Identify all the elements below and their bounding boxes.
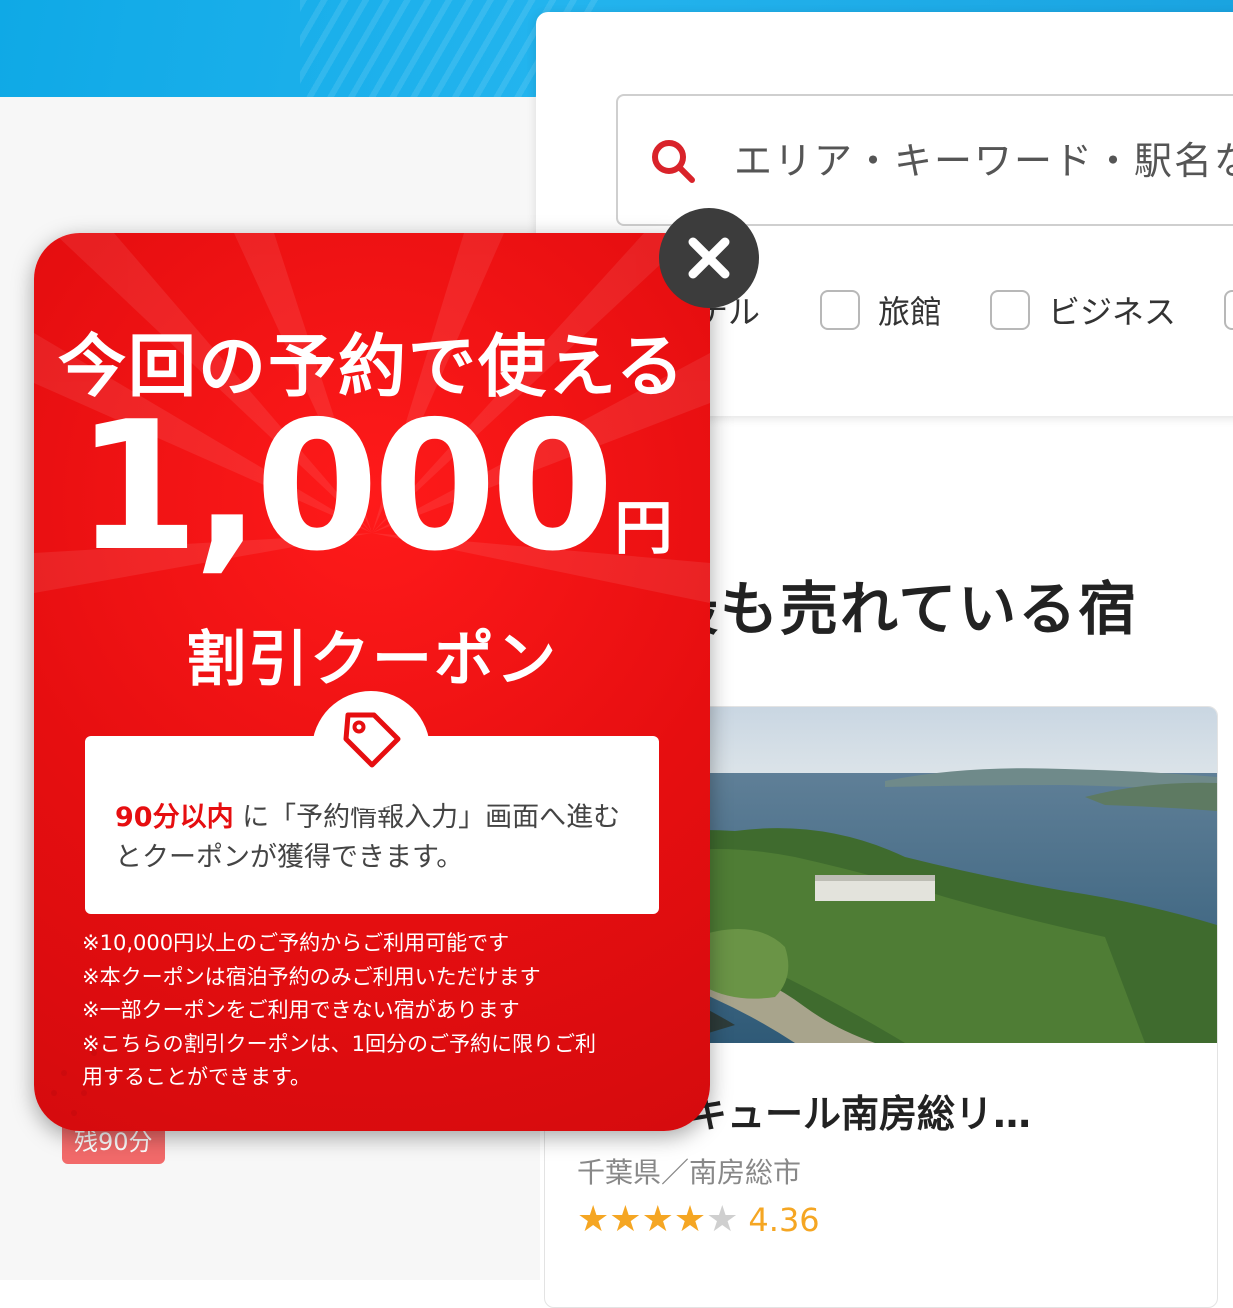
coupon-amount-value: 1,000: [75, 383, 614, 590]
tag-icon: [343, 712, 401, 768]
coupon-note: ※一部クーポンをご利用できない宿があります: [82, 998, 520, 1022]
coupon-amount: 1,000 円: [74, 383, 674, 590]
filter-ryokan[interactable]: 旅館: [820, 280, 942, 340]
star-icon: ★: [673, 1199, 707, 1240]
filter-business[interactable]: ビジネス: [990, 280, 1176, 340]
filter-ryokan-label: 旅館: [878, 293, 943, 331]
close-icon: [688, 237, 730, 279]
coupon-note: ※10,000円以上のご予約からご利用可能です: [82, 931, 510, 955]
popup-subtitle: 割引クーポン: [186, 625, 558, 695]
star-icon: ★: [706, 1199, 739, 1240]
rating-value: 4.36: [748, 1201, 820, 1239]
filter-ryokan-checkbox[interactable]: [820, 290, 860, 330]
coupon-popup[interactable]: 今回の予約で使える 1,000 円 割引クーポン 90分以内 に「予約情報入力」画…: [34, 233, 710, 1131]
star-icon: ★: [577, 1199, 610, 1240]
coupon-note: 用することができます。: [82, 1065, 311, 1089]
coupon-amount-unit: 円: [614, 494, 673, 562]
star-icon: ★: [641, 1199, 674, 1240]
coupon-note: ※本クーポンは宿泊予約のみご利用いただけます: [82, 964, 541, 989]
filter-next[interactable]: [1224, 280, 1233, 340]
search-icon: [652, 140, 695, 183]
star-icon: ★: [609, 1199, 642, 1240]
search-input[interactable]: エリア・キーワード・駅名な: [616, 94, 1233, 226]
coupon-info-text: 90分以内 に「予約情報入力」画面へ進むとクーポンが獲得できます。: [115, 798, 645, 878]
filter-business-label: ビジネス: [1048, 293, 1177, 331]
filter-business-checkbox[interactable]: [990, 290, 1030, 330]
hotel-location: 千葉県／南房総市: [577, 1156, 802, 1189]
close-popup-button[interactable]: [659, 208, 759, 308]
hotel-rating: ★ ★ ★ ★ ★ 4.36: [577, 1201, 820, 1239]
coupon-notes: ※10,000円以上のご予約からご利用可能です ※本クーポンは宿泊予約のみご利用…: [82, 927, 682, 1095]
coupon-note: ※こちらの割引クーポンは、1回分のご予約に限りご利: [82, 1031, 596, 1056]
filter-next-checkbox[interactable]: [1224, 290, 1233, 330]
search-placeholder: エリア・キーワード・駅名な: [734, 139, 1233, 183]
section-title: 最も売れている宿: [660, 575, 1139, 643]
coupon-time-limit: 90分以内: [115, 802, 234, 833]
